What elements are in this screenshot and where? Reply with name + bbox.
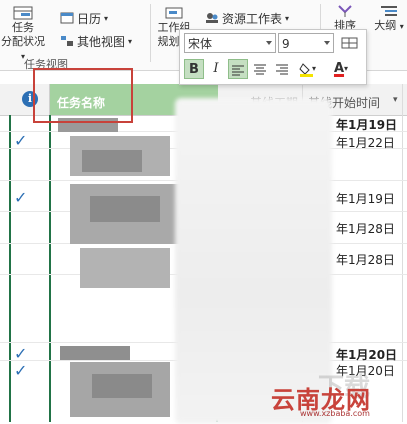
completed-check-icon: ✓ [14,131,28,150]
ribbon-divider [150,4,151,62]
other-views-label: 其他视图 [77,34,126,49]
calendar-button[interactable]: 日历 ▾ [60,10,108,26]
font-size-select[interactable]: 9 [278,33,334,53]
baseline-start-cell[interactable]: 年1月20日 [336,346,397,363]
obscured-task-name [60,346,130,360]
calendar-label: 日历 [77,11,102,26]
mini-format-toolbar: 宋体 9 B I ▾ A ▾ [179,29,367,85]
baseline-start-cell[interactable]: 年1月28日 [336,220,395,237]
baseline-start-cell[interactable]: 年1月19日 [336,116,397,133]
chevron-down-icon[interactable]: ▾ [393,95,398,105]
align-center-icon [254,64,266,75]
align-left-button[interactable] [228,59,248,79]
watermark-url: www.xzbaba.com [300,409,370,418]
obscured-task-name [80,248,170,288]
other-views-button[interactable]: 其他视图 ▾ [60,33,132,49]
task-usage-label-1: 任务 [12,21,34,34]
chevron-down-icon: ▾ [285,13,290,23]
align-center-button[interactable] [250,59,270,79]
chevron-down-icon: ▾ [399,22,404,31]
task-name-highlight-box [33,68,133,123]
obscured-task-name [82,150,142,172]
outline-label: 大纲 [374,19,397,32]
completed-check-icon: ✓ [14,361,28,380]
obscured-task-name [92,374,152,398]
chevron-down-icon: ▾ [128,36,133,46]
fill-color-button[interactable]: ▾ [294,59,320,79]
chevron-down-icon [266,41,272,45]
outline-button[interactable]: 大纲 ▾ [373,4,405,34]
chevron-down-icon [324,41,330,45]
task-usage-icon [13,6,33,20]
font-name-value: 宋体 [188,37,213,51]
completed-check-icon: ✓ [14,188,28,207]
resource-sheet-button[interactable]: 资源工作表 ▾ [205,10,289,26]
align-right-button[interactable] [272,59,292,79]
chevron-down-icon: ▾ [104,13,109,23]
other-views-icon [61,36,73,46]
baseline-start-cell[interactable]: 年1月28日 [336,251,395,268]
chevron-down-icon: ▾ [344,64,349,73]
outline-icon [381,6,397,16]
baseline-start-cell[interactable]: 年1月19日 [336,190,395,207]
team-planner-icon [165,7,183,19]
calendar-icon [60,12,74,24]
table-icon [341,37,358,49]
resource-sheet-label: 资源工作表 [222,11,283,26]
font-color-button[interactable]: A ▾ [326,59,352,79]
align-left-icon [232,65,244,76]
task-name-column-border [49,115,51,422]
font-size-value: 9 [282,37,290,51]
align-right-icon [276,64,288,75]
baseline-start-cell[interactable]: 年1月22日 [336,134,395,151]
font-color-letter: A [333,61,345,76]
grid-line [402,84,403,422]
resource-sheet-icon [206,13,218,23]
bold-button[interactable]: B [184,59,204,79]
increase-font-icon[interactable] [340,35,360,51]
font-name-select[interactable]: 宋体 [184,33,276,53]
obscured-duration-column [175,98,332,424]
task-usage-label-2: 分配状况 [1,35,45,48]
indicator-column-border [9,115,11,422]
sort-icon [338,5,352,17]
chevron-down-icon: ▾ [312,64,317,73]
obscured-task-name [90,196,160,222]
italic-button[interactable]: I [206,59,226,79]
